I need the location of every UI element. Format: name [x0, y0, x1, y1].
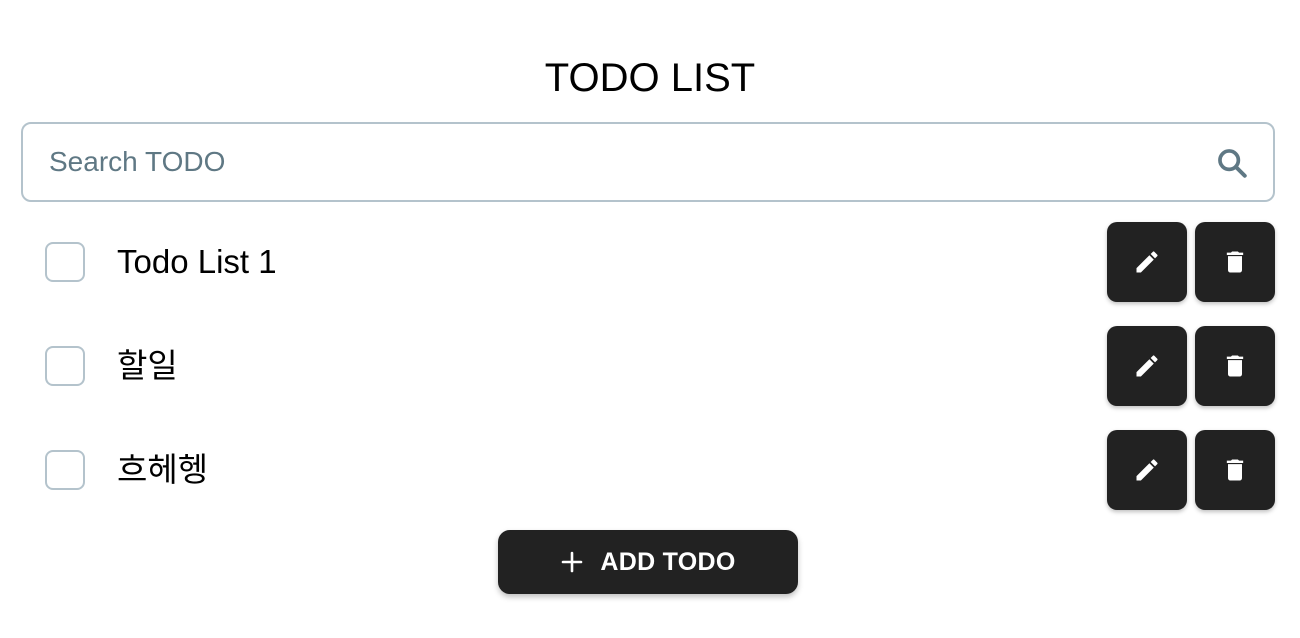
pencil-icon	[1136, 251, 1158, 273]
page-title: TODO LIST	[544, 56, 756, 100]
todo-item: 할일	[21, 326, 1275, 406]
pencil-icon	[1136, 355, 1158, 377]
edit-button[interactable]	[1107, 430, 1187, 510]
todo-checkbox[interactable]	[45, 450, 85, 490]
trash-icon	[1226, 251, 1244, 273]
todo-item: 흐헤헹	[21, 430, 1275, 510]
trash-icon	[1226, 459, 1244, 481]
pencil-icon	[1136, 459, 1158, 481]
edit-button[interactable]	[1107, 326, 1187, 406]
add-todo-button[interactable]: ADD TODO	[498, 530, 798, 594]
todo-text: 할일	[117, 347, 178, 384]
delete-button[interactable]	[1195, 430, 1275, 510]
search-icon[interactable]	[1215, 146, 1249, 180]
edit-button[interactable]	[1107, 222, 1187, 302]
todo-item: Todo List 1	[21, 222, 1275, 302]
search-input[interactable]	[49, 124, 1199, 200]
todo-text: Todo List 1	[117, 243, 277, 280]
plus-icon	[562, 551, 583, 573]
add-todo-label: ADD TODO	[600, 547, 736, 576]
trash-icon	[1226, 355, 1244, 377]
todo-checkbox[interactable]	[45, 242, 85, 282]
delete-button[interactable]	[1195, 222, 1275, 302]
delete-button[interactable]	[1195, 326, 1275, 406]
todo-checkbox[interactable]	[45, 346, 85, 386]
todo-text: 흐헤헹	[117, 451, 209, 488]
search-box[interactable]	[21, 122, 1275, 202]
